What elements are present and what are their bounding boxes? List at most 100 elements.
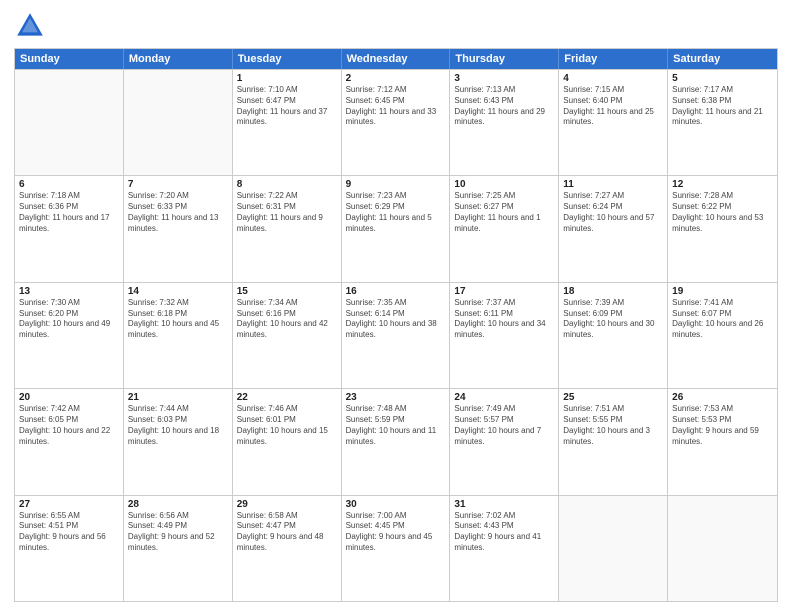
- day-cell-28: 28Sunrise: 6:56 AMSunset: 4:49 PMDayligh…: [124, 496, 233, 601]
- day-cell-2: 2Sunrise: 7:12 AMSunset: 6:45 PMDaylight…: [342, 70, 451, 175]
- day-cell-19: 19Sunrise: 7:41 AMSunset: 6:07 PMDayligh…: [668, 283, 777, 388]
- day-number: 24: [454, 392, 554, 403]
- day-cell-15: 15Sunrise: 7:34 AMSunset: 6:16 PMDayligh…: [233, 283, 342, 388]
- logo: [14, 10, 50, 42]
- day-cell-22: 22Sunrise: 7:46 AMSunset: 6:01 PMDayligh…: [233, 389, 342, 494]
- day-number: 15: [237, 286, 337, 297]
- day-number: 4: [563, 73, 663, 84]
- day-number: 31: [454, 499, 554, 510]
- day-number: 9: [346, 179, 446, 190]
- day-detail: Sunrise: 7:34 AMSunset: 6:16 PMDaylight:…: [237, 298, 337, 341]
- day-detail: Sunrise: 7:12 AMSunset: 6:45 PMDaylight:…: [346, 85, 446, 128]
- day-number: 22: [237, 392, 337, 403]
- page: SundayMondayTuesdayWednesdayThursdayFrid…: [0, 0, 792, 612]
- day-cell-4: 4Sunrise: 7:15 AMSunset: 6:40 PMDaylight…: [559, 70, 668, 175]
- day-detail: Sunrise: 7:30 AMSunset: 6:20 PMDaylight:…: [19, 298, 119, 341]
- day-number: 6: [19, 179, 119, 190]
- day-number: 7: [128, 179, 228, 190]
- day-cell-8: 8Sunrise: 7:22 AMSunset: 6:31 PMDaylight…: [233, 176, 342, 281]
- day-cell-23: 23Sunrise: 7:48 AMSunset: 5:59 PMDayligh…: [342, 389, 451, 494]
- day-cell-12: 12Sunrise: 7:28 AMSunset: 6:22 PMDayligh…: [668, 176, 777, 281]
- calendar: SundayMondayTuesdayWednesdayThursdayFrid…: [14, 48, 778, 602]
- day-detail: Sunrise: 7:15 AMSunset: 6:40 PMDaylight:…: [563, 85, 663, 128]
- day-number: 13: [19, 286, 119, 297]
- day-number: 20: [19, 392, 119, 403]
- day-detail: Sunrise: 7:42 AMSunset: 6:05 PMDaylight:…: [19, 404, 119, 447]
- week-row-4: 20Sunrise: 7:42 AMSunset: 6:05 PMDayligh…: [15, 388, 777, 494]
- day-number: 12: [672, 179, 773, 190]
- empty-cell: [668, 496, 777, 601]
- day-detail: Sunrise: 6:58 AMSunset: 4:47 PMDaylight:…: [237, 511, 337, 554]
- day-detail: Sunrise: 7:28 AMSunset: 6:22 PMDaylight:…: [672, 191, 773, 234]
- day-cell-16: 16Sunrise: 7:35 AMSunset: 6:14 PMDayligh…: [342, 283, 451, 388]
- day-detail: Sunrise: 6:56 AMSunset: 4:49 PMDaylight:…: [128, 511, 228, 554]
- day-number: 19: [672, 286, 773, 297]
- day-number: 27: [19, 499, 119, 510]
- empty-cell: [124, 70, 233, 175]
- weekday-header-tuesday: Tuesday: [233, 49, 342, 69]
- day-number: 28: [128, 499, 228, 510]
- day-number: 25: [563, 392, 663, 403]
- day-number: 3: [454, 73, 554, 84]
- day-number: 18: [563, 286, 663, 297]
- day-number: 8: [237, 179, 337, 190]
- day-cell-5: 5Sunrise: 7:17 AMSunset: 6:38 PMDaylight…: [668, 70, 777, 175]
- day-number: 1: [237, 73, 337, 84]
- empty-cell: [15, 70, 124, 175]
- day-cell-3: 3Sunrise: 7:13 AMSunset: 6:43 PMDaylight…: [450, 70, 559, 175]
- day-detail: Sunrise: 7:46 AMSunset: 6:01 PMDaylight:…: [237, 404, 337, 447]
- day-detail: Sunrise: 7:35 AMSunset: 6:14 PMDaylight:…: [346, 298, 446, 341]
- empty-cell: [559, 496, 668, 601]
- day-cell-17: 17Sunrise: 7:37 AMSunset: 6:11 PMDayligh…: [450, 283, 559, 388]
- day-cell-14: 14Sunrise: 7:32 AMSunset: 6:18 PMDayligh…: [124, 283, 233, 388]
- day-number: 2: [346, 73, 446, 84]
- day-cell-26: 26Sunrise: 7:53 AMSunset: 5:53 PMDayligh…: [668, 389, 777, 494]
- weekday-header-friday: Friday: [559, 49, 668, 69]
- day-detail: Sunrise: 7:41 AMSunset: 6:07 PMDaylight:…: [672, 298, 773, 341]
- day-detail: Sunrise: 7:32 AMSunset: 6:18 PMDaylight:…: [128, 298, 228, 341]
- day-cell-1: 1Sunrise: 7:10 AMSunset: 6:47 PMDaylight…: [233, 70, 342, 175]
- logo-icon: [14, 10, 46, 42]
- calendar-header: SundayMondayTuesdayWednesdayThursdayFrid…: [15, 49, 777, 69]
- day-number: 29: [237, 499, 337, 510]
- day-detail: Sunrise: 7:18 AMSunset: 6:36 PMDaylight:…: [19, 191, 119, 234]
- day-cell-27: 27Sunrise: 6:55 AMSunset: 4:51 PMDayligh…: [15, 496, 124, 601]
- day-cell-25: 25Sunrise: 7:51 AMSunset: 5:55 PMDayligh…: [559, 389, 668, 494]
- day-detail: Sunrise: 7:51 AMSunset: 5:55 PMDaylight:…: [563, 404, 663, 447]
- day-number: 26: [672, 392, 773, 403]
- day-cell-31: 31Sunrise: 7:02 AMSunset: 4:43 PMDayligh…: [450, 496, 559, 601]
- week-row-2: 6Sunrise: 7:18 AMSunset: 6:36 PMDaylight…: [15, 175, 777, 281]
- day-detail: Sunrise: 7:02 AMSunset: 4:43 PMDaylight:…: [454, 511, 554, 554]
- day-detail: Sunrise: 7:25 AMSunset: 6:27 PMDaylight:…: [454, 191, 554, 234]
- day-cell-18: 18Sunrise: 7:39 AMSunset: 6:09 PMDayligh…: [559, 283, 668, 388]
- day-number: 17: [454, 286, 554, 297]
- day-cell-30: 30Sunrise: 7:00 AMSunset: 4:45 PMDayligh…: [342, 496, 451, 601]
- day-cell-13: 13Sunrise: 7:30 AMSunset: 6:20 PMDayligh…: [15, 283, 124, 388]
- day-detail: Sunrise: 7:22 AMSunset: 6:31 PMDaylight:…: [237, 191, 337, 234]
- day-cell-9: 9Sunrise: 7:23 AMSunset: 6:29 PMDaylight…: [342, 176, 451, 281]
- day-detail: Sunrise: 7:49 AMSunset: 5:57 PMDaylight:…: [454, 404, 554, 447]
- day-number: 5: [672, 73, 773, 84]
- day-detail: Sunrise: 7:10 AMSunset: 6:47 PMDaylight:…: [237, 85, 337, 128]
- day-detail: Sunrise: 6:55 AMSunset: 4:51 PMDaylight:…: [19, 511, 119, 554]
- calendar-body: 1Sunrise: 7:10 AMSunset: 6:47 PMDaylight…: [15, 69, 777, 601]
- day-cell-6: 6Sunrise: 7:18 AMSunset: 6:36 PMDaylight…: [15, 176, 124, 281]
- day-number: 14: [128, 286, 228, 297]
- day-detail: Sunrise: 7:53 AMSunset: 5:53 PMDaylight:…: [672, 404, 773, 447]
- header: [14, 10, 778, 42]
- day-number: 10: [454, 179, 554, 190]
- weekday-header-thursday: Thursday: [450, 49, 559, 69]
- week-row-1: 1Sunrise: 7:10 AMSunset: 6:47 PMDaylight…: [15, 69, 777, 175]
- day-detail: Sunrise: 7:37 AMSunset: 6:11 PMDaylight:…: [454, 298, 554, 341]
- day-number: 16: [346, 286, 446, 297]
- week-row-3: 13Sunrise: 7:30 AMSunset: 6:20 PMDayligh…: [15, 282, 777, 388]
- day-detail: Sunrise: 7:23 AMSunset: 6:29 PMDaylight:…: [346, 191, 446, 234]
- day-detail: Sunrise: 7:44 AMSunset: 6:03 PMDaylight:…: [128, 404, 228, 447]
- day-number: 30: [346, 499, 446, 510]
- day-detail: Sunrise: 7:48 AMSunset: 5:59 PMDaylight:…: [346, 404, 446, 447]
- day-cell-29: 29Sunrise: 6:58 AMSunset: 4:47 PMDayligh…: [233, 496, 342, 601]
- day-detail: Sunrise: 7:17 AMSunset: 6:38 PMDaylight:…: [672, 85, 773, 128]
- day-cell-11: 11Sunrise: 7:27 AMSunset: 6:24 PMDayligh…: [559, 176, 668, 281]
- day-cell-24: 24Sunrise: 7:49 AMSunset: 5:57 PMDayligh…: [450, 389, 559, 494]
- day-cell-7: 7Sunrise: 7:20 AMSunset: 6:33 PMDaylight…: [124, 176, 233, 281]
